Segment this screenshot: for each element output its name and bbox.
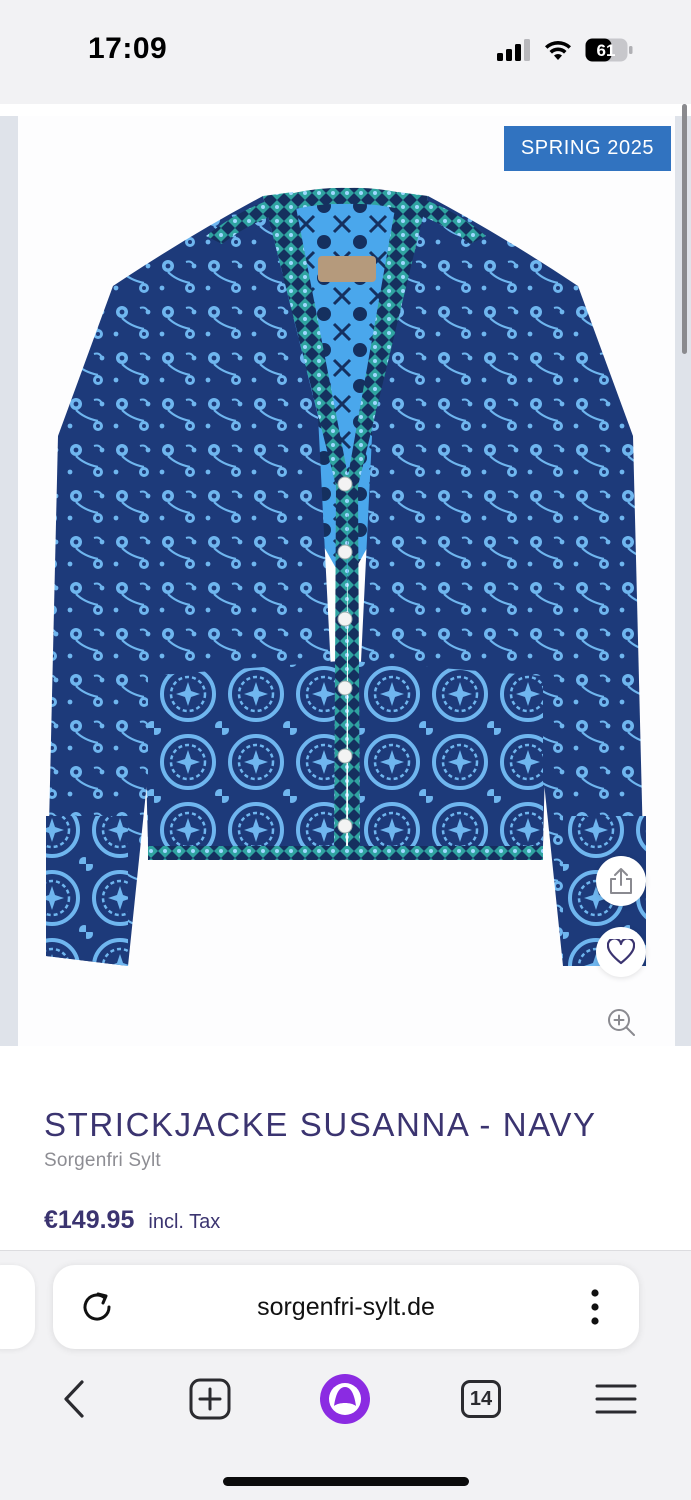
assistant-icon — [320, 1374, 370, 1424]
gallery-current-slide[interactable]: SPRING 2025 — [18, 116, 675, 1046]
share-icon — [610, 868, 632, 894]
address-bar[interactable]: sorgenfri-sylt.de — [53, 1265, 639, 1349]
gallery-previous-slide[interactable] — [0, 116, 18, 1046]
new-tab-button[interactable] — [182, 1371, 238, 1427]
tabs-button[interactable]: 14 — [453, 1371, 509, 1427]
zoom-button[interactable] — [596, 997, 646, 1047]
zoom-in-icon — [608, 1009, 635, 1036]
battery-icon: 61 — [585, 38, 633, 62]
url-text[interactable]: sorgenfri-sylt.de — [53, 1265, 639, 1349]
status-bar: 17:09 61 — [0, 0, 691, 104]
tax-note: incl. Tax — [148, 1211, 221, 1233]
product-title: STRICKJACKE SUSANNA - NAVY — [44, 1106, 597, 1143]
browser-nav-row: 14 — [0, 1363, 691, 1433]
menu-button[interactable] — [588, 1371, 644, 1427]
wifi-icon — [545, 41, 571, 60]
heart-icon — [607, 939, 635, 965]
status-time: 17:09 — [88, 32, 168, 65]
back-arrow-icon — [64, 1380, 84, 1418]
cellular-signal-icon — [497, 39, 530, 61]
cardigan-product-photo[interactable] — [18, 116, 675, 1046]
new-tab-icon — [189, 1378, 231, 1420]
reload-icon — [83, 1292, 111, 1321]
tab-count: 14 — [469, 1387, 493, 1410]
address-bar-menu-button[interactable] — [575, 1287, 615, 1327]
battery-level: 61 — [597, 41, 616, 60]
product-brand[interactable]: Sorgenfri Sylt — [44, 1150, 161, 1172]
page-scrollbar[interactable] — [682, 104, 687, 354]
browser-toolbar: sorgenfri-sylt.de 14 — [0, 1250, 691, 1500]
status-icons: 61 — [497, 38, 633, 62]
assistant-button[interactable] — [317, 1371, 373, 1427]
product-gallery[interactable]: SPRING 2025 — [0, 116, 691, 1046]
hamburger-menu-icon — [595, 1384, 637, 1414]
reload-button[interactable] — [77, 1287, 117, 1327]
home-indicator[interactable] — [223, 1477, 469, 1486]
more-vertical-icon — [591, 1289, 599, 1325]
tabs-icon: 14 — [461, 1380, 501, 1418]
web-page[interactable]: SPRING 2025 STRICKJACKE SUSANNA - NAVY S… — [0, 104, 691, 1250]
share-button[interactable] — [596, 856, 646, 906]
back-button[interactable] — [46, 1371, 102, 1427]
wishlist-button[interactable] — [596, 927, 646, 977]
product-price: €149.95 — [44, 1206, 135, 1234]
season-badge: SPRING 2025 — [504, 126, 671, 171]
price-row: €149.95 incl. Tax — [44, 1206, 220, 1235]
previous-tab-peek[interactable] — [0, 1265, 35, 1349]
